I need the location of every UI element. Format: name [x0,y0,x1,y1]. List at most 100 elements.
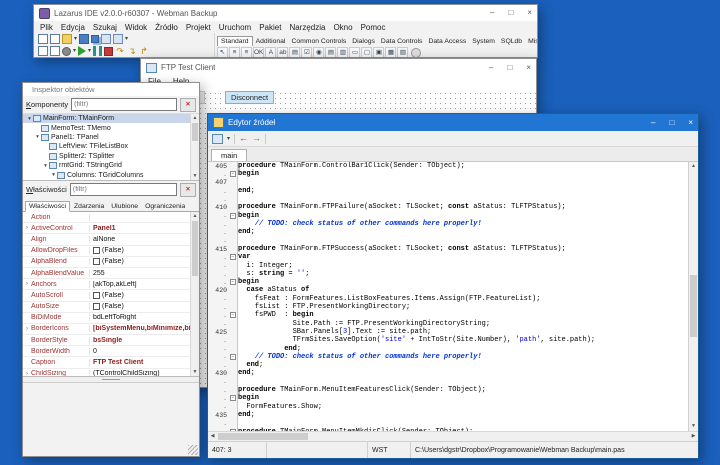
palette-component-icon[interactable]: ▥ [337,47,348,58]
jump-forward-icon[interactable]: → [252,134,261,143]
palette-tab-standard[interactable]: Standard [217,36,253,46]
new-form-icon[interactable] [50,34,60,44]
property-row-alphablendvalue[interactable]: AlphaBlendValue255 [23,268,190,279]
scroll-down-icon[interactable]: ▼ [191,368,199,376]
menu-item-pomoc[interactable]: Pomoc [361,23,386,32]
menu-item-okno[interactable]: Okno [333,23,352,32]
main-maximize-button[interactable]: □ [508,9,513,17]
fold-collapse-icon[interactable]: − [230,354,236,360]
editor-maximize-button[interactable]: □ [669,119,674,127]
fold-column[interactable]: − [229,279,237,285]
palette-component-icon[interactable]: ☑ [301,47,312,58]
palette-options-icon[interactable] [411,48,421,58]
tree-expand-icon[interactable]: ▾ [42,163,49,169]
property-row-childsizing[interactable]: ›ChildSizing(TControlChildSizing) [23,369,190,377]
new-unit-icon[interactable] [38,34,48,44]
code-line[interactable] [238,378,688,386]
scroll-up-icon[interactable]: ▲ [191,114,199,122]
inspector-tab-zdarzenia[interactable]: Zdarzenia [71,202,107,211]
ftp-minimize-button[interactable]: – [489,64,493,72]
code-line[interactable]: begin [238,278,688,286]
checkbox[interactable] [93,303,100,310]
tree-item-leftview[interactable]: LeftView: TFileListBox [23,142,190,151]
tree-item-splitter2[interactable]: Splitter2: TSplitter [23,152,190,161]
code-line[interactable]: SBar.Panels[3].Text := site.path; [238,328,688,336]
step-over-icon[interactable]: ↷ [115,46,125,56]
palette-component-icon[interactable]: ▣ [373,47,384,58]
checkbox[interactable] [93,292,100,299]
code-line[interactable] [238,237,688,245]
tree-scrollbar[interactable]: ▲ ▼ [190,114,199,180]
scroll-up-icon[interactable]: ▲ [689,162,698,171]
view-units-icon[interactable] [38,46,48,56]
scroll-up-icon[interactable]: ▲ [191,212,199,220]
fold-collapse-icon[interactable]: − [230,254,236,260]
components-filter-options-button[interactable]: ✕ [180,98,196,112]
code-line[interactable]: TFrmSites.SaveOption('site' + IntToStr(S… [238,336,688,344]
main-minimize-button[interactable]: – [490,9,494,17]
ftp-titlebar[interactable]: FTP Test Client – □ × [141,59,536,76]
property-value[interactable]: (False) [90,292,190,299]
property-row-action[interactable]: Action [23,212,190,223]
code-line[interactable]: procedure TMainForm.MenuItemFeaturesClic… [238,386,688,394]
tree-item-columns[interactable]: ▾Columns: TGridColumns [23,170,190,179]
property-row-borderstyle[interactable]: BorderStylebsSingle [23,335,190,346]
palette-component-icon[interactable]: ▭ [349,47,360,58]
property-row-anchors[interactable]: ›Anchors[akTop,akLeft] [23,279,190,290]
palette-component-icon[interactable]: ab [277,47,288,58]
code-line[interactable]: // TODO: check status of other commands … [238,353,688,361]
editor-close-button[interactable]: × [688,119,693,127]
main-close-button[interactable]: × [527,9,532,17]
code-line[interactable]: end; [238,411,688,419]
run-dropdown-icon[interactable]: ▾ [88,46,91,56]
save-all-icon[interactable] [91,35,99,43]
menu-item-widok[interactable]: Widok [125,23,147,32]
palette-tab-dialogs[interactable]: Dialogs [349,37,378,46]
property-expand-icon[interactable]: › [23,281,31,287]
property-row-alphablend[interactable]: AlphaBlend(False) [23,257,190,268]
disconnect-button[interactable]: Disconnect [225,91,274,104]
scroll-down-icon[interactable]: ▼ [689,422,698,431]
step-out-icon[interactable]: ↱ [139,46,149,56]
property-row-autosize[interactable]: AutoSize(False) [23,302,190,313]
palette-component-icon[interactable]: ↖ [217,47,228,58]
scroll-right-icon[interactable]: ▶ [689,432,698,441]
palette-tab-common-controls[interactable]: Common Controls [288,37,349,46]
property-expand-icon[interactable]: › [23,326,31,332]
properties-filter-input[interactable] [70,183,177,196]
pause-icon[interactable] [93,46,102,56]
inspector-tab-ulubione[interactable]: Ulubione [108,202,141,211]
property-value[interactable]: 255 [90,270,190,277]
tree-item-memotest[interactable]: MemoTest: TMemo [23,123,190,132]
menu-item-szukaj[interactable]: Szukaj [93,23,117,32]
property-value[interactable]: [akTop,akLeft] [90,281,190,288]
palette-tab-misc[interactable]: Misc [525,37,537,46]
scrollbar-thumb[interactable] [192,221,198,276]
code-line[interactable]: // TODO: check status of other commands … [238,220,688,228]
fold-collapse-icon[interactable]: − [230,213,236,219]
scrollbar-thumb[interactable] [192,123,198,141]
fold-collapse-icon[interactable]: − [230,312,236,318]
code-line[interactable]: procedure TMainForm.FTPFailure(aSocket: … [238,203,688,211]
main-titlebar[interactable]: Lazarus IDE v2.0.0-r60307 - Webman Backu… [34,5,537,21]
palette-component-icon[interactable]: ◉ [313,47,324,58]
palette-tab-system[interactable]: System [469,37,498,46]
code-line[interactable]: s: string = ''; [238,270,688,278]
editor-vscrollbar[interactable]: ▲ ▼ [688,162,698,431]
property-row-allowdropfiles[interactable]: AllowDropFiles(False) [23,246,190,257]
property-row-bordericons[interactable]: ›BorderIcons[biSystemMenu,biMinimize,biM… [23,324,190,335]
fold-collapse-icon[interactable]: − [230,279,236,285]
palette-component-icon[interactable]: A [265,47,276,58]
palette-component-icon[interactable]: ▧ [397,47,408,58]
menu-item-narz-dzia[interactable]: Narzędzia [289,23,325,32]
inspector-titlebar[interactable]: Inspektor obiektów [23,83,199,96]
form-unit-dropdown-icon[interactable]: ▾ [227,134,230,144]
code-line[interactable]: end; [238,361,688,369]
tree-item-panel1[interactable]: ▾Panel1: TPanel [23,133,190,142]
code-line[interactable] [238,179,688,187]
toggle-form-unit-dropdown-icon[interactable]: ▾ [125,34,128,44]
inspector-tab-w-a-ciwo-ci[interactable]: Właściwości [25,201,70,212]
scroll-left-icon[interactable]: ◀ [208,432,217,441]
fold-column[interactable]: − [229,254,237,260]
code-line[interactable]: fsList : FTP.PresentWorkingDirectory; [238,303,688,311]
